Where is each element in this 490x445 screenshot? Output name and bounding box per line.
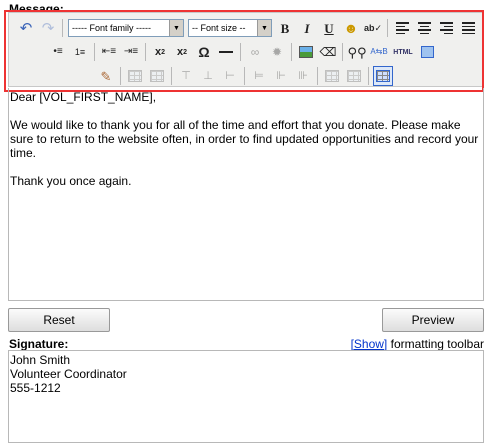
show-toolbar-link[interactable]: [Show] — [351, 337, 388, 351]
indent-icon[interactable]: ⇥≡ — [121, 42, 141, 62]
delete-row-icon[interactable]: ⊢ — [220, 66, 240, 86]
align-left-icon[interactable] — [392, 18, 412, 38]
chevron-down-icon: ▼ — [169, 20, 183, 36]
font-family-select[interactable]: ----- Font family ----- ▼ — [68, 19, 184, 37]
separator — [120, 67, 121, 85]
split-cells-icon[interactable] — [322, 66, 342, 86]
align-justify-icon[interactable] — [458, 18, 478, 38]
table-row-props-icon[interactable] — [125, 66, 145, 86]
separator — [62, 19, 63, 37]
toolbar-toggle-text: formatting toolbar — [390, 337, 484, 351]
separator — [368, 67, 369, 85]
find-icon[interactable]: ⚲⚲ — [347, 42, 367, 62]
unlink-icon[interactable]: ✹ — [267, 42, 287, 62]
signature-label: Signature: — [9, 337, 69, 351]
replace-icon[interactable]: A⇆B — [369, 42, 389, 62]
image-icon[interactable] — [296, 42, 316, 62]
separator — [94, 43, 95, 61]
insert-row-after-icon[interactable]: ⊥ — [198, 66, 218, 86]
insert-table-icon[interactable] — [373, 66, 393, 86]
preview-button[interactable]: Preview — [382, 308, 484, 332]
spellcheck-icon[interactable]: ab✓ — [363, 18, 383, 38]
chevron-down-icon: ▼ — [257, 20, 271, 36]
signature-line: Volunteer Coordinator — [10, 367, 127, 381]
insert-col-before-icon[interactable]: ⊨ — [249, 66, 269, 86]
fullscreen-icon[interactable] — [417, 42, 437, 62]
bold-icon[interactable]: B — [275, 18, 295, 38]
horizontal-rule-icon[interactable] — [216, 42, 236, 62]
merge-cells-icon[interactable] — [344, 66, 364, 86]
reset-button[interactable]: Reset — [8, 308, 110, 332]
toolbar-row-2: •≡ 1≡ ⇤≡ ⇥≡ x2 x2 Ω ∞ ✹ ⌫ ⚲⚲ A⇆B HTML — [47, 41, 438, 63]
message-editor[interactable]: Dear [VOL_FIRST_NAME], We would like to … — [8, 88, 484, 301]
separator — [244, 67, 245, 85]
bullet-list-icon[interactable]: •≡ — [48, 42, 68, 62]
underline-icon[interactable]: U — [319, 18, 339, 38]
undo-icon[interactable]: ↶ — [16, 18, 36, 38]
italic-icon[interactable]: I — [297, 18, 317, 38]
html-source-icon[interactable]: HTML — [391, 42, 415, 62]
separator — [317, 67, 318, 85]
numbered-list-icon[interactable]: 1≡ — [70, 42, 90, 62]
align-center-icon[interactable] — [414, 18, 434, 38]
separator — [240, 43, 241, 61]
font-family-select-value: ----- Font family ----- — [72, 23, 151, 33]
editor-paragraph: Dear [VOL_FIRST_NAME], — [10, 90, 157, 104]
editor-paragraph: We would like to thank you for all of th… — [10, 118, 479, 160]
emoticon-icon[interactable]: ☻ — [341, 18, 361, 38]
delete-col-icon[interactable]: ⊪ — [293, 66, 313, 86]
toolbar-row-1: ↶ ↷ ----- Font family ----- ▼ -- Font si… — [15, 17, 479, 39]
separator — [145, 43, 146, 61]
subscript-icon[interactable]: x2 — [150, 42, 170, 62]
separator — [291, 43, 292, 61]
font-size-select-value: -- Font size -- — [192, 23, 246, 33]
separator — [387, 19, 388, 37]
insert-row-before-icon[interactable]: ⊤ — [176, 66, 196, 86]
separator — [342, 43, 343, 61]
separator — [171, 67, 172, 85]
font-size-select[interactable]: -- Font size -- ▼ — [188, 19, 272, 37]
signature-toolbar-toggle: [Show] formatting toolbar — [351, 337, 484, 351]
superscript-icon[interactable]: x2 — [172, 42, 192, 62]
table-cell-props-icon[interactable] — [147, 66, 167, 86]
link-icon[interactable]: ∞ — [245, 42, 265, 62]
formatting-toolbar: ↶ ↷ ----- Font family ----- ▼ -- Font si… — [8, 12, 484, 87]
redo-icon[interactable]: ↷ — [38, 18, 58, 38]
cleanup-icon[interactable]: ⌫ — [318, 42, 338, 62]
editor-paragraph: Thank you once again. — [10, 174, 132, 188]
special-char-icon[interactable]: Ω — [194, 42, 214, 62]
signature-line: 555-1212 — [10, 381, 61, 395]
signature-line: John Smith — [10, 353, 71, 367]
align-right-icon[interactable] — [436, 18, 456, 38]
outdent-icon[interactable]: ⇤≡ — [99, 42, 119, 62]
signature-editor[interactable]: John Smith Volunteer Coordinator 555-121… — [8, 350, 484, 443]
toolbar-row-3: ✎ ⊤ ⊥ ⊢ ⊨ ⊩ ⊪ — [95, 65, 394, 87]
insert-col-after-icon[interactable]: ⊩ — [271, 66, 291, 86]
style-props-icon[interactable]: ✎ — [96, 66, 116, 86]
